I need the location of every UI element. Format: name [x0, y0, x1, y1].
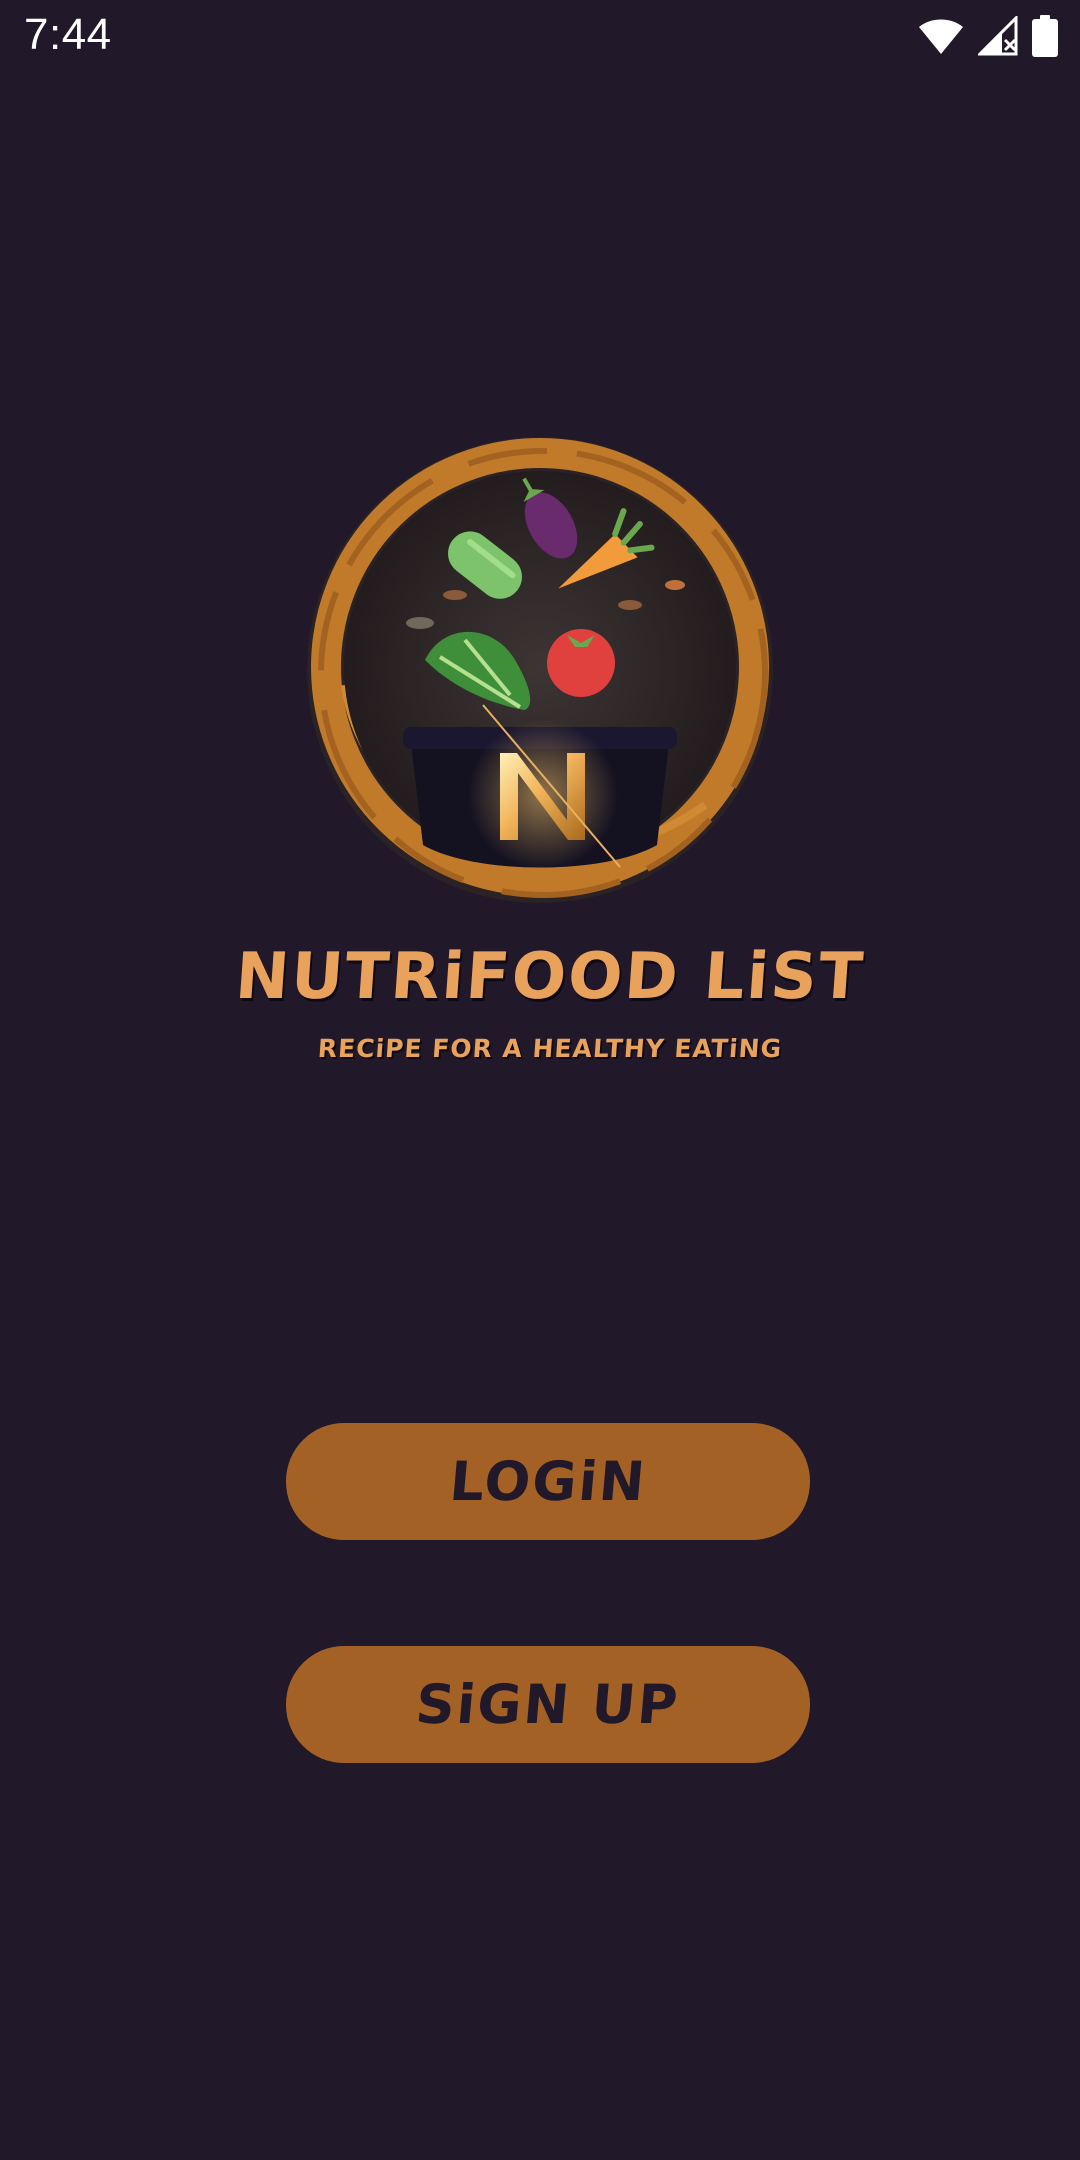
nutrifood-logo-icon [307, 437, 773, 903]
app-subtitle: RECiPE FOR A HEALTHY EATiNG [316, 1034, 784, 1063]
app-title: NUTRiFOOD LiST [233, 940, 867, 1014]
wifi-icon [919, 19, 963, 54]
login-button-label: LOGiN [447, 1450, 649, 1513]
signup-button-label: SiGN UP [413, 1673, 683, 1736]
app-logo [305, 435, 775, 905]
signup-button[interactable]: SiGN UP [286, 1646, 810, 1763]
battery-icon [1032, 15, 1058, 57]
cellular-signal-icon [978, 16, 1018, 56]
status-bar: 7:44 [0, 0, 1080, 72]
status-icons [918, 14, 1058, 58]
login-button[interactable]: LOGiN [286, 1423, 810, 1540]
status-time: 7:44 [24, 10, 112, 59]
